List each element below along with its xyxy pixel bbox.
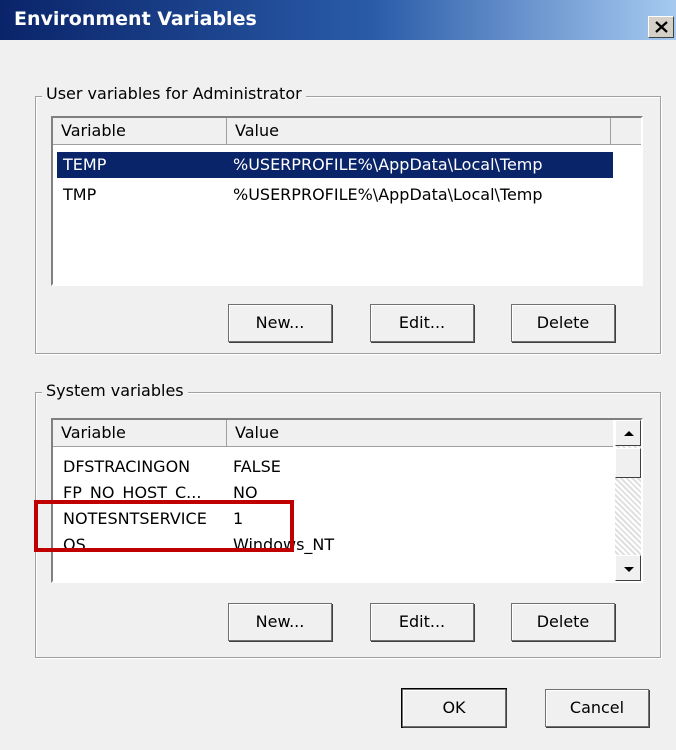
user-list-header: Variable Value	[53, 118, 641, 145]
scroll-thumb[interactable]	[615, 448, 641, 478]
scroll-down-arrow-icon	[624, 567, 634, 572]
column-header-value[interactable]: Value	[227, 118, 611, 144]
scroll-up-arrow-icon	[624, 431, 634, 436]
system-list-header: Variable Value	[53, 420, 613, 447]
user-var-row-tmp[interactable]: TMP %USERPROFILE%\AppData\Local\Temp	[57, 182, 613, 208]
variable-name: DFSTRACINGON	[63, 457, 191, 476]
system-var-row-partial	[57, 560, 609, 581]
user-new-button[interactable]: New...	[228, 304, 332, 342]
environment-variables-dialog: Environment Variables User variables for…	[0, 0, 676, 750]
variable-value: %USERPROFILE%\AppData\Local\Temp	[233, 155, 543, 174]
column-header-value[interactable]: Value	[227, 420, 613, 446]
variable-name: TEMP	[63, 155, 107, 174]
user-variables-list[interactable]: Variable Value TEMP %USERPROFILE%\AppDat…	[51, 116, 643, 286]
system-new-button[interactable]: New...	[228, 603, 332, 641]
system-variables-label: System variables	[42, 381, 188, 400]
close-button[interactable]	[648, 16, 674, 38]
close-icon	[655, 21, 668, 33]
column-header-variable[interactable]: Variable	[53, 118, 227, 144]
variable-value: %USERPROFILE%\AppData\Local\Temp	[233, 185, 543, 204]
scroll-down-button[interactable]	[615, 555, 641, 581]
system-delete-button[interactable]: Delete	[511, 603, 615, 641]
user-delete-button[interactable]: Delete	[511, 304, 615, 342]
ok-button[interactable]: OK	[402, 689, 506, 727]
system-list-scrollbar[interactable]	[615, 420, 641, 581]
user-variables-label: User variables for Administrator	[42, 84, 306, 103]
column-header-variable[interactable]: Variable	[53, 420, 227, 446]
notesntservice-highlight	[34, 500, 294, 552]
window-title: Environment Variables	[14, 8, 257, 30]
variable-value: FALSE	[233, 457, 281, 476]
system-edit-button[interactable]: Edit...	[370, 603, 474, 641]
user-edit-button[interactable]: Edit...	[370, 304, 474, 342]
variable-name: TMP	[63, 185, 97, 204]
system-var-row[interactable]: DFSTRACINGON FALSE	[57, 454, 609, 480]
column-header-empty	[611, 118, 641, 144]
scroll-up-button[interactable]	[615, 420, 641, 446]
cancel-button[interactable]: Cancel	[545, 689, 649, 727]
user-var-row-temp[interactable]: TEMP %USERPROFILE%\AppData\Local\Temp	[57, 152, 613, 178]
title-bar[interactable]: Environment Variables	[0, 0, 676, 40]
